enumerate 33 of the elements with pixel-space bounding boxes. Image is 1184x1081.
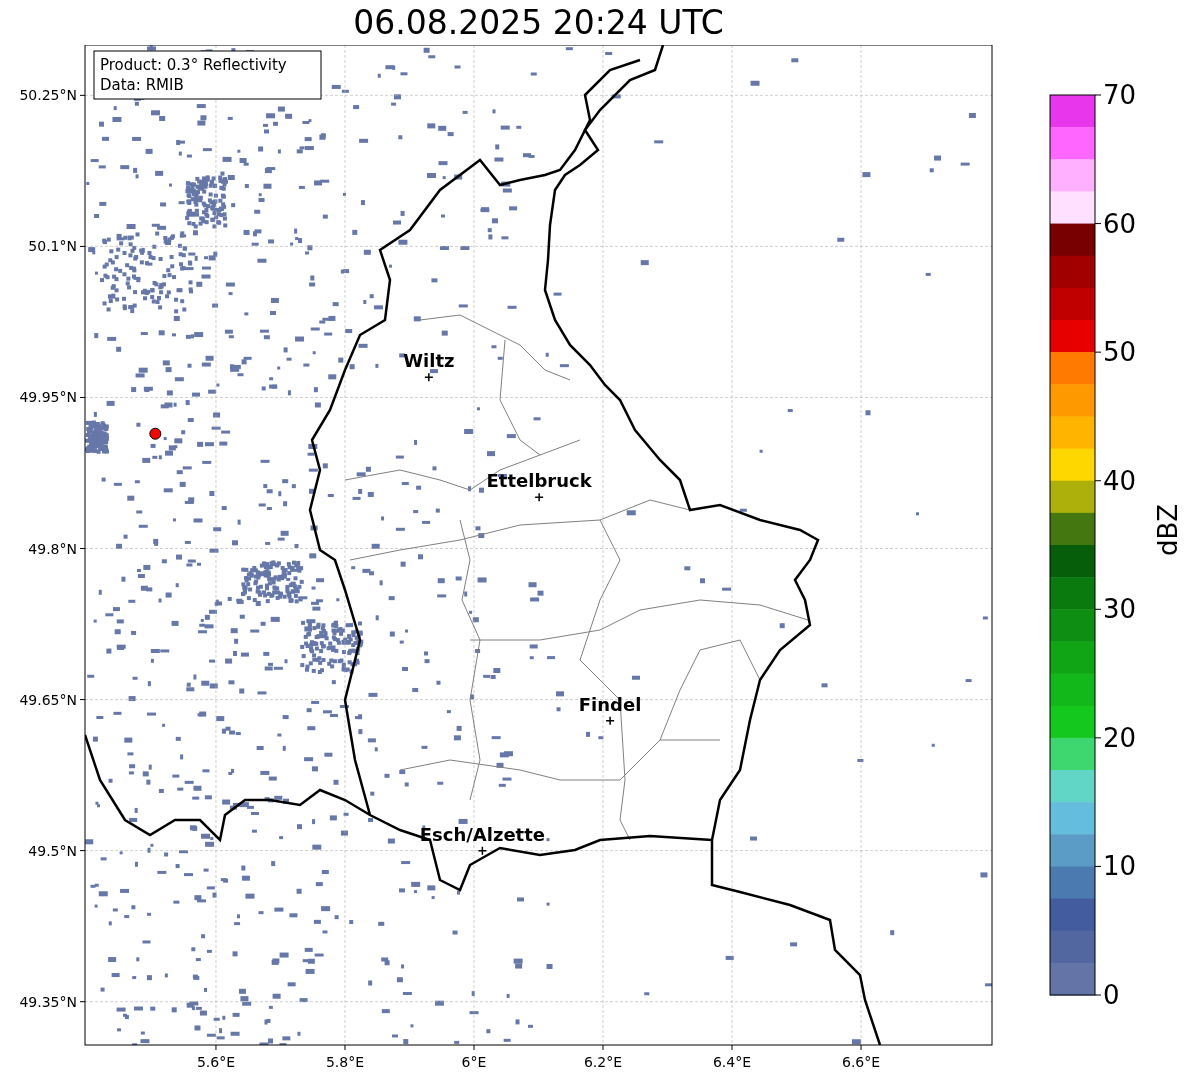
- latitude-label: 50.25°N: [19, 87, 77, 104]
- city-marker-icon: [605, 716, 615, 726]
- latitude-label: 49.35°N: [19, 993, 77, 1010]
- city-marker-icon: [477, 845, 488, 856]
- colorbar-label: dBZ: [1153, 503, 1183, 557]
- city-label: Esch/Alzette: [419, 823, 545, 845]
- city-label: Findel: [578, 693, 642, 715]
- colorbar-tick-label: 40: [1103, 465, 1137, 496]
- colorbar-tick-label: 60: [1103, 208, 1137, 239]
- city-label: Wiltz: [403, 350, 455, 372]
- info-text: Product: 0.3° Reflectivity: [100, 56, 287, 74]
- longitude-label: 6.4°E: [712, 1054, 752, 1070]
- latitude-label: 49.5°N: [28, 842, 77, 859]
- colorbar-tick-label: 10: [1103, 851, 1137, 882]
- latitude-label: 49.65°N: [19, 691, 77, 708]
- longitude-label: 6.2°E: [583, 1054, 623, 1070]
- longitude-label: 5.8°E: [325, 1054, 365, 1070]
- city-marker-icon: [534, 492, 544, 502]
- latitude-label: 49.8°N: [28, 540, 77, 557]
- colorbar-tick-label: 0: [1103, 980, 1120, 1010]
- info-text: Data: RMIB: [100, 76, 184, 94]
- map-title: 06.08.2025 20:24 UTC: [352, 3, 725, 42]
- longitude-label: 6.6°E: [842, 1054, 881, 1070]
- city-marker-icon: [424, 372, 434, 383]
- latitude-label: 50.1°N: [28, 238, 77, 255]
- colorbar-tick-label: 30: [1103, 594, 1137, 625]
- city-label: Ettelbruck: [486, 470, 592, 492]
- colorbar-tick-label: 20: [1103, 722, 1137, 753]
- longitude-label: 5.6°E: [196, 1054, 235, 1070]
- latitude-label: 49.95°N: [19, 389, 77, 406]
- longitude-label: 6°E: [461, 1054, 487, 1070]
- colorbar-tick-label: 70: [1103, 80, 1137, 110]
- colorbar-tick-label: 50: [1103, 337, 1137, 368]
